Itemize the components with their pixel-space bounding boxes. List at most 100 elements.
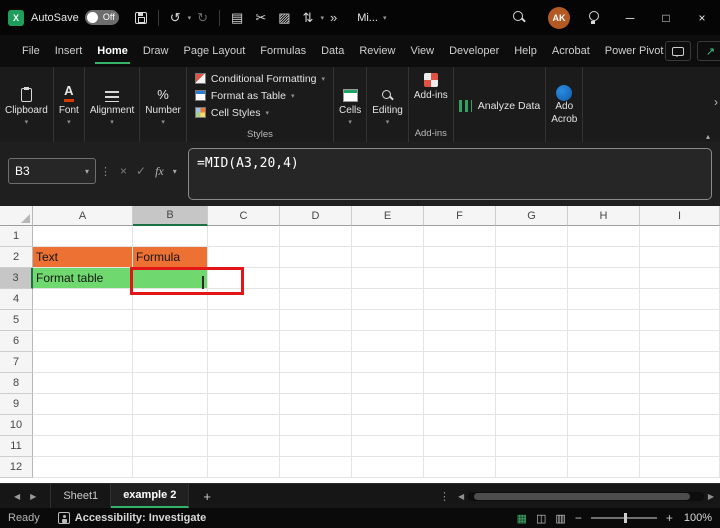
row-header-7[interactable]: 7 bbox=[0, 352, 33, 373]
cell-G12[interactable] bbox=[496, 457, 568, 478]
cell-D9[interactable] bbox=[280, 394, 352, 415]
menu-page-layout[interactable]: Page Layout bbox=[181, 41, 247, 61]
sort-icon[interactable]: ⇅ bbox=[303, 11, 314, 24]
column-header-F[interactable]: F bbox=[424, 206, 496, 226]
scroll-left-icon[interactable]: ◀ bbox=[458, 492, 464, 501]
row-header-4[interactable]: 4 bbox=[0, 289, 33, 310]
cancel-entry-icon[interactable]: × bbox=[120, 164, 127, 178]
cell-F11[interactable] bbox=[424, 436, 496, 457]
zoom-slider[interactable] bbox=[591, 517, 657, 519]
zoom-slider-thumb[interactable] bbox=[624, 513, 627, 523]
lightbulb-icon[interactable] bbox=[588, 11, 598, 25]
cell-H11[interactable] bbox=[568, 436, 640, 457]
cell-E1[interactable] bbox=[352, 226, 424, 247]
copy-icon[interactable]: ▤ bbox=[231, 11, 243, 24]
scrollbar-thumb[interactable] bbox=[474, 493, 690, 500]
cell-H10[interactable] bbox=[568, 415, 640, 436]
cut-icon[interactable]: ✂ bbox=[255, 11, 266, 24]
next-sheet-icon[interactable]: ▶ bbox=[30, 492, 36, 501]
cell-G4[interactable] bbox=[496, 289, 568, 310]
cell-C1[interactable] bbox=[208, 226, 280, 247]
cell-B5[interactable] bbox=[133, 310, 208, 331]
cell-E5[interactable] bbox=[352, 310, 424, 331]
column-header-I[interactable]: I bbox=[640, 206, 720, 226]
cell-C11[interactable] bbox=[208, 436, 280, 457]
search-icon[interactable] bbox=[513, 11, 526, 24]
row-header-5[interactable]: 5 bbox=[0, 310, 33, 331]
ribbon-group-addins[interactable]: Add-ins Add-ins bbox=[409, 67, 454, 142]
accessibility-status[interactable]: Accessibility: Investigate bbox=[58, 512, 206, 524]
menu-file[interactable]: File bbox=[20, 41, 42, 61]
row-header-11[interactable]: 11 bbox=[0, 436, 33, 457]
cell-G8[interactable] bbox=[496, 373, 568, 394]
cell-I10[interactable] bbox=[640, 415, 720, 436]
cell-G2[interactable] bbox=[496, 247, 568, 268]
ribbon-group-cells[interactable]: Cells ▾ bbox=[334, 67, 367, 142]
cell-I5[interactable] bbox=[640, 310, 720, 331]
cell-I7[interactable] bbox=[640, 352, 720, 373]
autosave-toggle[interactable]: Off bbox=[85, 10, 119, 25]
menu-data[interactable]: Data bbox=[319, 41, 346, 61]
insert-function-button[interactable]: fx bbox=[155, 164, 164, 179]
cell-C9[interactable] bbox=[208, 394, 280, 415]
cell-A10[interactable] bbox=[33, 415, 133, 436]
column-header-H[interactable]: H bbox=[568, 206, 640, 226]
cell-D7[interactable] bbox=[280, 352, 352, 373]
menu-acrobat[interactable]: Acrobat bbox=[550, 41, 592, 61]
cell-E4[interactable] bbox=[352, 289, 424, 310]
row-header-6[interactable]: 6 bbox=[0, 331, 33, 352]
cell-E6[interactable] bbox=[352, 331, 424, 352]
name-box[interactable]: B3 ▾ bbox=[8, 158, 96, 184]
formula-input[interactable]: =MID(A3,20,4) bbox=[188, 148, 712, 200]
excel-logo-icon[interactable]: X bbox=[8, 10, 24, 26]
column-header-D[interactable]: D bbox=[280, 206, 352, 226]
cell-H1[interactable] bbox=[568, 226, 640, 247]
cell-H7[interactable] bbox=[568, 352, 640, 373]
ribbon-group-editing[interactable]: Editing ▾ bbox=[367, 67, 409, 142]
cell-C12[interactable] bbox=[208, 457, 280, 478]
collapse-ribbon-icon[interactable]: ▴ bbox=[706, 132, 710, 141]
cell-D8[interactable] bbox=[280, 373, 352, 394]
cell-D1[interactable] bbox=[280, 226, 352, 247]
menu-help[interactable]: Help bbox=[512, 41, 539, 61]
cell-E8[interactable] bbox=[352, 373, 424, 394]
menu-developer[interactable]: Developer bbox=[447, 41, 501, 61]
ribbon-group-alignment[interactable]: Alignment ▾ bbox=[85, 67, 140, 142]
cell-H3[interactable] bbox=[568, 268, 640, 289]
cell-C5[interactable] bbox=[208, 310, 280, 331]
cell-I2[interactable] bbox=[640, 247, 720, 268]
column-header-C[interactable]: C bbox=[208, 206, 280, 226]
menu-view[interactable]: View bbox=[408, 41, 436, 61]
column-header-B[interactable]: B bbox=[133, 206, 208, 226]
row-header-8[interactable]: 8 bbox=[0, 373, 33, 394]
save-icon[interactable] bbox=[135, 12, 147, 24]
cell-D10[interactable] bbox=[280, 415, 352, 436]
zoom-out-button[interactable]: − bbox=[575, 511, 582, 525]
cell-I1[interactable] bbox=[640, 226, 720, 247]
menu-draw[interactable]: Draw bbox=[141, 41, 171, 61]
cell-H8[interactable] bbox=[568, 373, 640, 394]
scroll-right-icon[interactable]: ▶ bbox=[708, 492, 714, 501]
chevron-down-icon[interactable]: ▾ bbox=[188, 14, 192, 22]
cell-F2[interactable] bbox=[424, 247, 496, 268]
cell-I8[interactable] bbox=[640, 373, 720, 394]
cell-B9[interactable] bbox=[133, 394, 208, 415]
adobe-acrobat-button[interactable]: Ado Acrob bbox=[546, 67, 583, 142]
cell-H4[interactable] bbox=[568, 289, 640, 310]
paste-icon[interactable]: ▨ bbox=[278, 11, 290, 24]
row-header-9[interactable]: 9 bbox=[0, 394, 33, 415]
sheet-tab-example-2[interactable]: example 2 bbox=[111, 484, 189, 508]
cell-I3[interactable] bbox=[640, 268, 720, 289]
cell-A6[interactable] bbox=[33, 331, 133, 352]
cell-G6[interactable] bbox=[496, 331, 568, 352]
minimize-button[interactable]: ─ bbox=[612, 0, 648, 35]
cell-F9[interactable] bbox=[424, 394, 496, 415]
cell-styles-button[interactable]: Cell Styles ▾ bbox=[195, 104, 325, 121]
cell-F10[interactable] bbox=[424, 415, 496, 436]
zoom-in-button[interactable]: + bbox=[666, 511, 673, 525]
cell-I12[interactable] bbox=[640, 457, 720, 478]
cell-H5[interactable] bbox=[568, 310, 640, 331]
menu-formulas[interactable]: Formulas bbox=[258, 41, 308, 61]
cell-G9[interactable] bbox=[496, 394, 568, 415]
avatar[interactable]: AK bbox=[548, 7, 570, 29]
